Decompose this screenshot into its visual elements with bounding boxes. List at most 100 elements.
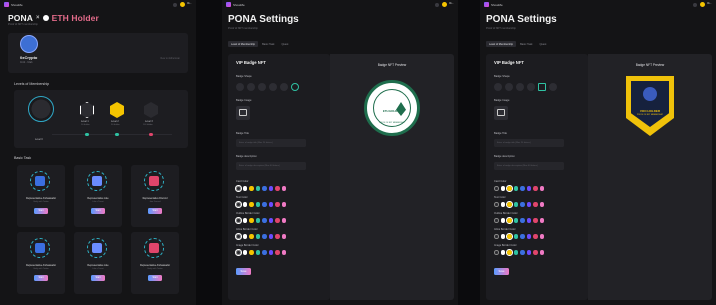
swatch[interactable]: [526, 218, 531, 223]
task-start-button[interactable]: Start: [91, 275, 105, 281]
level-2-badge[interactable]: [110, 102, 124, 118]
shape-option-circle[interactable]: [549, 83, 557, 91]
swatch[interactable]: [242, 250, 247, 255]
task-start-button[interactable]: Start: [34, 275, 48, 281]
tab-basic-task[interactable]: Basic Task: [517, 41, 535, 47]
swatch[interactable]: [234, 232, 242, 240]
swatch[interactable]: [505, 184, 513, 192]
swatch[interactable]: [526, 186, 531, 191]
etherscan-link[interactable]: View on Etherscan: [160, 57, 180, 60]
swatch[interactable]: [262, 218, 267, 223]
swatch[interactable]: [242, 234, 247, 239]
swatch[interactable]: [275, 234, 280, 239]
swatch[interactable]: [281, 202, 286, 207]
swatch[interactable]: [494, 218, 499, 223]
shape-option-selected[interactable]: [538, 83, 546, 91]
swatch[interactable]: [520, 186, 525, 191]
badge-title-input[interactable]: Enter a badge title (Max 20 letters): [494, 139, 564, 147]
swatch[interactable]: [513, 234, 518, 239]
swatch[interactable]: [268, 218, 273, 223]
swatch[interactable]: [520, 234, 525, 239]
swatch[interactable]: [533, 186, 538, 191]
swatch[interactable]: [275, 250, 280, 255]
shape-option-circle[interactable]: [247, 83, 255, 91]
swatch[interactable]: [500, 186, 505, 191]
task-start-button[interactable]: Start: [148, 208, 162, 214]
swatch[interactable]: [268, 234, 273, 239]
tab-quest[interactable]: Quest: [278, 41, 291, 47]
notification-icon[interactable]: [173, 2, 178, 7]
swatch[interactable]: [281, 186, 286, 191]
swatch[interactable]: [249, 202, 254, 207]
shape-option-circle[interactable]: [280, 83, 288, 91]
swatch[interactable]: [500, 218, 505, 223]
swatch[interactable]: [533, 234, 538, 239]
swatch[interactable]: [505, 232, 513, 240]
swatch[interactable]: [268, 202, 273, 207]
shape-option-circle[interactable]: [258, 83, 266, 91]
shape-option-circle[interactable]: [505, 83, 513, 91]
swatch[interactable]: [494, 202, 499, 207]
image-upload-button[interactable]: [236, 106, 250, 120]
swatch[interactable]: [513, 202, 518, 207]
swatch[interactable]: [268, 250, 273, 255]
level-1-badge[interactable]: [80, 102, 94, 118]
swatch[interactable]: [234, 200, 242, 208]
swatch[interactable]: [281, 218, 286, 223]
swatch[interactable]: [526, 202, 531, 207]
swatch[interactable]: [255, 250, 260, 255]
badge-description-input[interactable]: Enter a badge description (Max 40 letter…: [236, 162, 306, 170]
swatch[interactable]: [513, 186, 518, 191]
tab-quest[interactable]: Quest: [536, 41, 549, 47]
swatch[interactable]: [268, 186, 273, 191]
swatch[interactable]: [255, 234, 260, 239]
notification-icon[interactable]: [435, 2, 440, 7]
swatch[interactable]: [262, 250, 267, 255]
swatch[interactable]: [255, 218, 260, 223]
task-start-button[interactable]: Start: [91, 208, 105, 214]
swatch[interactable]: [275, 218, 280, 223]
swatch[interactable]: [249, 186, 254, 191]
swatch[interactable]: [249, 218, 254, 223]
badge-description-input[interactable]: Enter a badge description (Max 40 letter…: [494, 162, 564, 170]
account-menu[interactable]: 0x...: [442, 2, 454, 7]
tab-level-of-membership[interactable]: Level of Membership: [228, 41, 259, 47]
swatch[interactable]: [520, 202, 525, 207]
shape-option-circle[interactable]: [516, 83, 524, 91]
swatch[interactable]: [539, 250, 544, 255]
task-start-button[interactable]: Start: [148, 275, 162, 281]
tab-level-of-membership[interactable]: Level of Membership: [486, 41, 517, 47]
swatch[interactable]: [255, 202, 260, 207]
swatch[interactable]: [520, 218, 525, 223]
swatch[interactable]: [262, 234, 267, 239]
swatch[interactable]: [494, 250, 499, 255]
shape-option-circle[interactable]: [236, 83, 244, 91]
swatch[interactable]: [242, 202, 247, 207]
swatch[interactable]: [275, 186, 280, 191]
swatch[interactable]: [505, 248, 513, 256]
swatch[interactable]: [539, 186, 544, 191]
save-button[interactable]: Save: [236, 268, 251, 275]
swatch[interactable]: [242, 218, 247, 223]
account-menu[interactable]: 0x...: [180, 2, 192, 7]
shape-option-circle[interactable]: [494, 83, 502, 91]
swatch[interactable]: [500, 234, 505, 239]
swatch[interactable]: [234, 216, 242, 224]
level-3-badge[interactable]: [144, 102, 158, 118]
shape-option-circle[interactable]: [269, 83, 277, 91]
swatch[interactable]: [520, 250, 525, 255]
swatch[interactable]: [533, 250, 538, 255]
tab-basic-task[interactable]: Basic Task: [259, 41, 277, 47]
swatch[interactable]: [275, 202, 280, 207]
swatch[interactable]: [505, 200, 513, 208]
swatch[interactable]: [533, 218, 538, 223]
shape-option-selected[interactable]: [291, 83, 299, 91]
swatch[interactable]: [533, 202, 538, 207]
swatch[interactable]: [242, 186, 247, 191]
swatch[interactable]: [539, 234, 544, 239]
task-start-button[interactable]: Start: [34, 208, 48, 214]
swatch[interactable]: [500, 202, 505, 207]
swatch[interactable]: [500, 250, 505, 255]
account-menu[interactable]: 0x...: [700, 2, 712, 7]
swatch[interactable]: [494, 234, 499, 239]
